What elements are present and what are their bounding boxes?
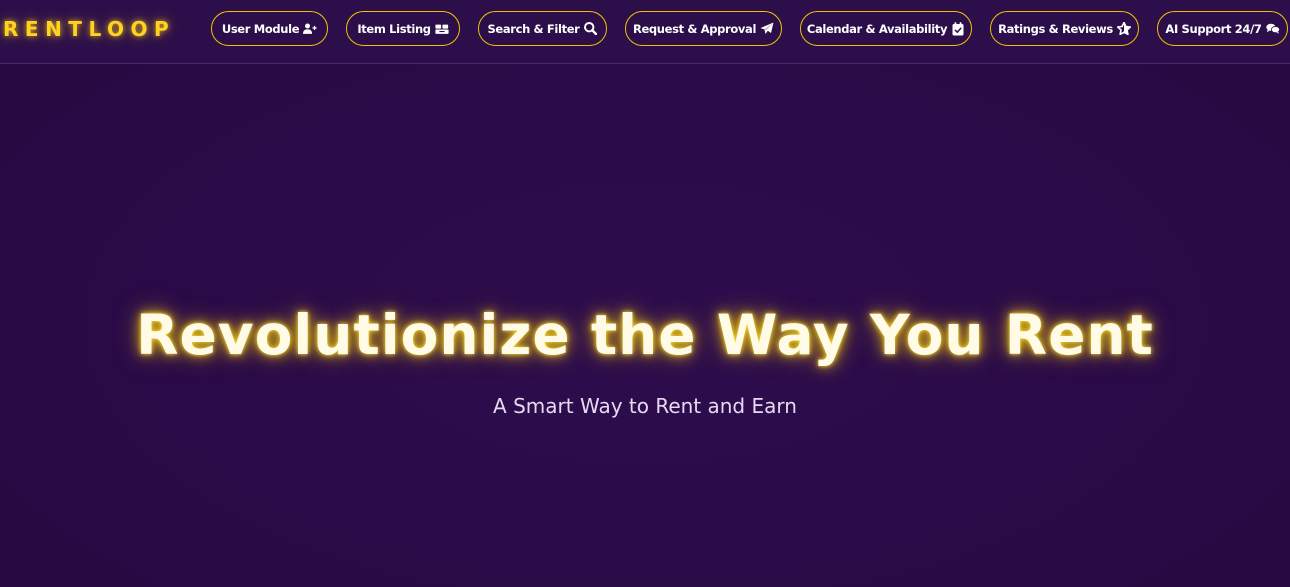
brand-logo[interactable]: RENTLOOP: [0, 14, 175, 44]
nav-ai-support-label: AI Support 24/7: [1165, 21, 1262, 36]
nav-item-listing-button[interactable]: Item Listing: [346, 11, 460, 46]
star-icon: [1116, 22, 1131, 36]
user-plus-icon: [303, 22, 317, 36]
hero-subtitle: A Smart Way to Rent and Earn: [493, 394, 797, 418]
paper-plane-icon: [760, 22, 774, 36]
boxes-icon: [435, 22, 449, 36]
nav-search-filter-label: Search & Filter: [487, 21, 580, 36]
nav-user-module-label: User Module: [221, 21, 300, 36]
page: RENTLOOP User Module Item Listing Search…: [0, 0, 1290, 587]
nav-ai-support-button[interactable]: AI Support 24/7: [1157, 11, 1288, 46]
nav-request-approval-label: Request & Approval: [632, 21, 757, 36]
top-navbar: RENTLOOP User Module Item Listing Search…: [0, 0, 1290, 64]
nav-ratings-reviews-label: Ratings & Reviews: [998, 21, 1113, 36]
nav-search-filter-button[interactable]: Search & Filter: [478, 11, 607, 46]
search-icon: [584, 22, 598, 36]
nav-ratings-reviews-button[interactable]: Ratings & Reviews: [990, 11, 1139, 46]
hero-title: Revolutionize the Way You Rent: [136, 303, 1154, 367]
nav-calendar-availability-label: Calendar & Availability: [806, 21, 948, 36]
nav-user-module-button[interactable]: User Module: [211, 11, 328, 46]
calendar-check-icon: [951, 21, 965, 36]
nav-request-approval-button[interactable]: Request & Approval: [625, 11, 782, 46]
nav-calendar-availability-button[interactable]: Calendar & Availability: [800, 11, 972, 46]
comments-icon: [1265, 22, 1280, 36]
nav-item-listing-label: Item Listing: [357, 21, 431, 36]
hero-section: Revolutionize the Way You Rent A Smart W…: [0, 64, 1290, 587]
